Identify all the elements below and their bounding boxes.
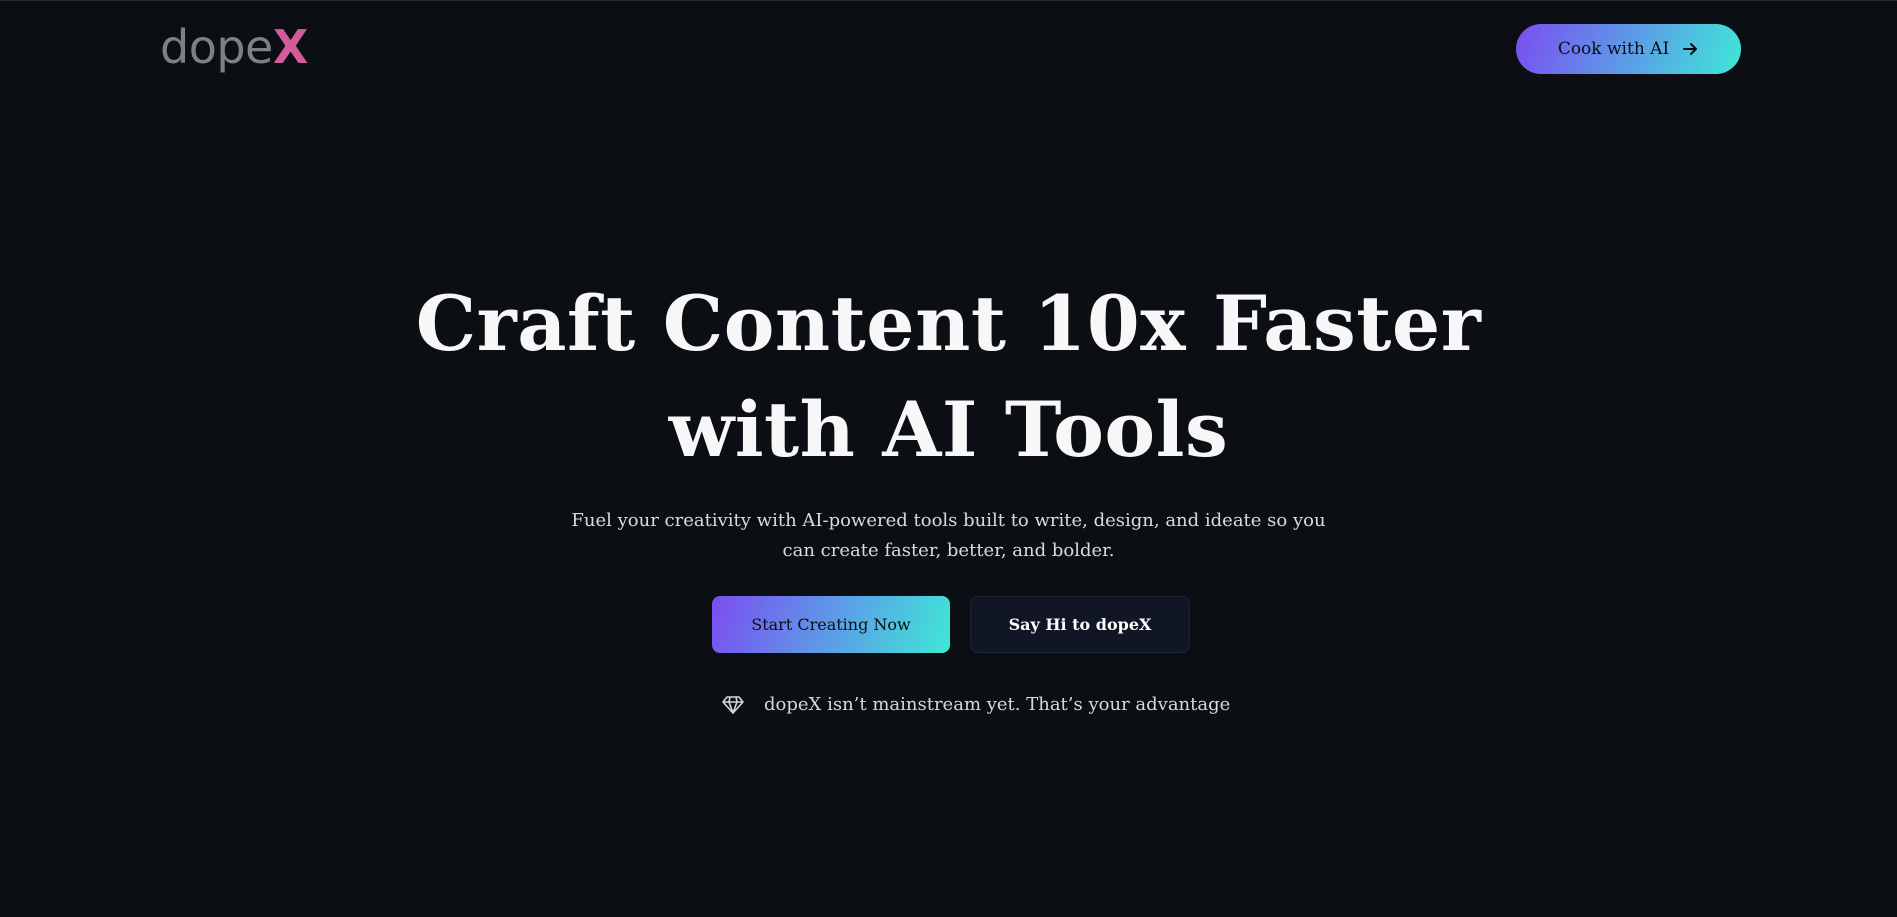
arrow-right-icon	[1681, 40, 1699, 58]
diamond-icon	[722, 695, 744, 715]
hero-title-line-1: Craft Content 10x Faster	[415, 279, 1482, 368]
start-creating-button[interactable]: Start Creating Now	[712, 596, 950, 653]
logo[interactable]: dopeX	[160, 19, 308, 75]
logo-text: dope	[160, 20, 273, 74]
cook-with-ai-label: Cook with AI	[1557, 39, 1670, 59]
logo-accent: X	[272, 20, 308, 74]
cook-with-ai-button[interactable]: Cook with AI	[1516, 24, 1741, 74]
advantage-note: dopeX isn’t mainstream yet. That’s your …	[722, 694, 1230, 715]
hero-title-line-2: with AI Tools	[668, 385, 1229, 474]
say-hi-button[interactable]: Say Hi to dopeX	[970, 596, 1190, 653]
advantage-note-text: dopeX isn’t mainstream yet. That’s your …	[764, 694, 1231, 715]
hero-title: Craft Content 10x Faster with AI Tools	[0, 271, 1897, 483]
hero-subtitle: Fuel your creativity with AI-powered too…	[571, 510, 1326, 561]
